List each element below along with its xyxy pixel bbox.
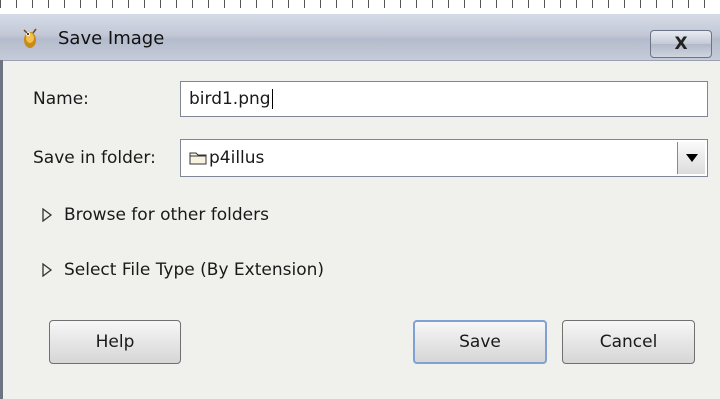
chevron-down-icon: [686, 154, 698, 162]
window-title: Save Image: [58, 28, 165, 49]
name-label: Name:: [33, 89, 89, 109]
select-file-type-label: Select File Type (By Extension): [64, 260, 324, 280]
cancel-button[interactable]: Cancel: [562, 320, 695, 364]
folder-select-value: p4illus: [209, 148, 265, 168]
close-icon: X: [674, 34, 688, 54]
save-in-folder-select[interactable]: p4illus: [180, 139, 708, 177]
text-caret: [271, 89, 273, 109]
cancel-button-label: Cancel: [599, 332, 658, 352]
top-ruler: [0, 0, 720, 15]
help-button-label: Help: [95, 332, 135, 352]
help-button[interactable]: Help: [49, 320, 181, 364]
gimp-wilber-icon: [23, 28, 37, 48]
name-input-value: bird1.png: [189, 89, 271, 109]
save-in-folder-label: Save in folder:: [33, 148, 156, 168]
browse-folders-expander[interactable]: Browse for other folders: [40, 205, 269, 225]
close-button[interactable]: X: [650, 30, 712, 58]
folder-icon: [189, 152, 207, 165]
title-bar[interactable]: Save Image X: [0, 14, 720, 61]
save-button-label: Save: [459, 332, 501, 352]
triangle-right-icon: [42, 263, 53, 277]
save-button[interactable]: Save: [413, 320, 547, 364]
folder-dropdown-button[interactable]: [677, 142, 705, 174]
browse-folders-label: Browse for other folders: [64, 205, 269, 225]
triangle-right-icon: [42, 208, 53, 222]
window-left-border: [0, 60, 3, 399]
select-file-type-expander[interactable]: Select File Type (By Extension): [40, 260, 324, 280]
name-input[interactable]: bird1.png: [180, 81, 708, 117]
